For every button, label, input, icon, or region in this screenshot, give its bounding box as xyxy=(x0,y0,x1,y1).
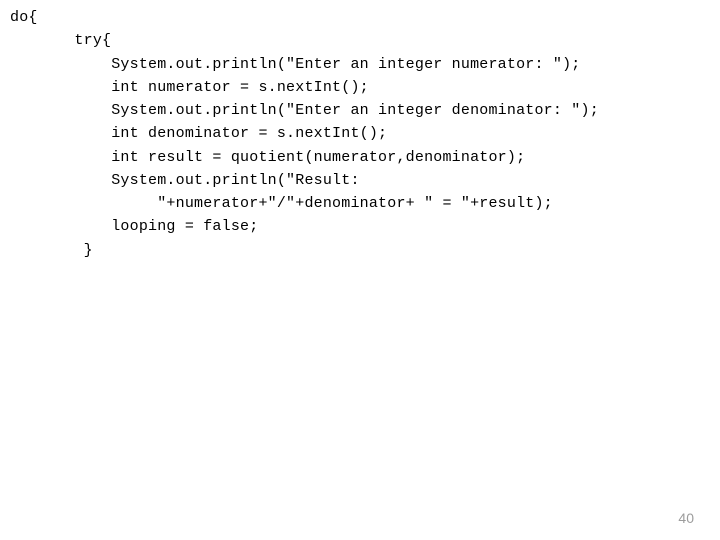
code-line: "+numerator+"/"+denominator+ " = "+resul… xyxy=(10,195,553,212)
code-line: int result = quotient(numerator,denomina… xyxy=(10,149,525,166)
code-line: System.out.println("Enter an integer den… xyxy=(10,102,599,119)
code-line: try{ xyxy=(10,32,111,49)
code-block: do{ try{ System.out.println("Enter an in… xyxy=(0,0,720,262)
code-line: int denominator = s.nextInt(); xyxy=(10,125,387,142)
page-number: 40 xyxy=(678,510,694,526)
code-line: int numerator = s.nextInt(); xyxy=(10,79,369,96)
code-line: do{ xyxy=(10,9,38,26)
code-line: looping = false; xyxy=(10,218,258,235)
code-line: } xyxy=(10,242,93,259)
code-line: System.out.println("Enter an integer num… xyxy=(10,56,581,73)
code-line: System.out.println("Result: xyxy=(10,172,360,189)
